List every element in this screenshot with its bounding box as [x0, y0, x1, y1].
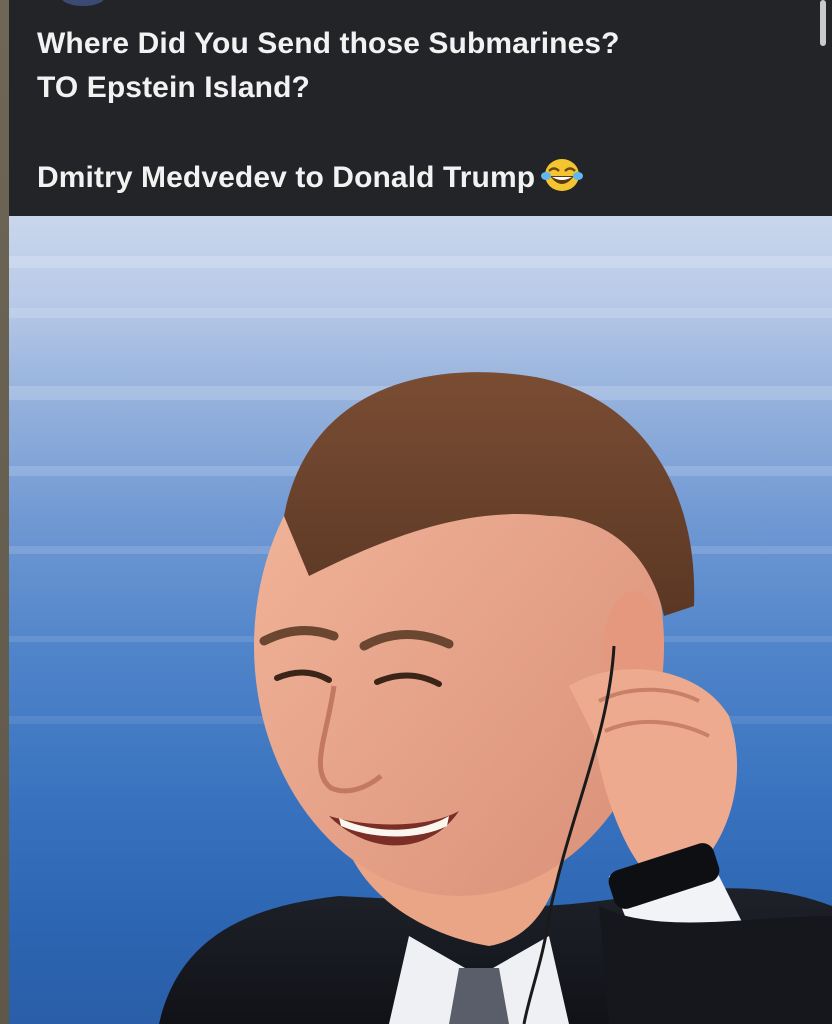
screenshot-frame: Where Did You Send those Submarines? TO … [0, 0, 832, 1024]
caption-line-3: Dmitry Medvedev to Donald Trump [37, 157, 584, 195]
post-caption-area: Where Did You Send those Submarines? TO … [9, 0, 832, 216]
left-border [0, 0, 9, 1024]
caption-line-3-text: Dmitry Medvedev to Donald Trump [37, 161, 536, 194]
caption-line-2: TO Epstein Island? [37, 71, 310, 104]
face-with-tears-of-joy-icon [541, 157, 584, 193]
caption-line-1: Where Did You Send those Submarines? [37, 27, 620, 60]
photo-illustration [9, 256, 832, 1024]
avatar[interactable] [61, 0, 105, 6]
scrollbar[interactable] [820, 0, 826, 46]
post-photo[interactable] [9, 216, 832, 1024]
